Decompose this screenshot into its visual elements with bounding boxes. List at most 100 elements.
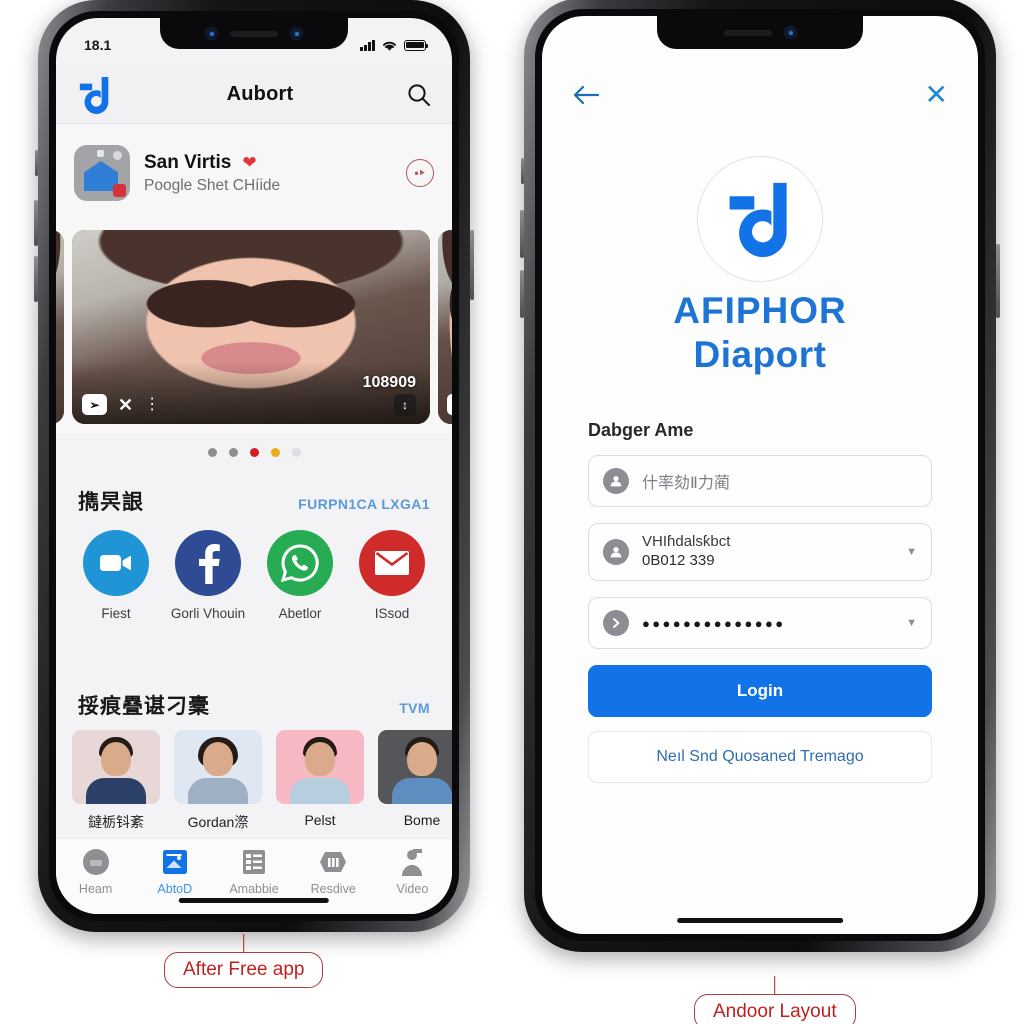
front-camera-icon (206, 28, 217, 39)
home-indicator[interactable] (677, 918, 843, 923)
notch (160, 18, 348, 49)
volume-down-button[interactable] (520, 270, 524, 318)
contacts-row: 鐽栃钭紊 Gordan漈 Pelst Bome (56, 730, 452, 832)
earpiece-speaker (724, 29, 772, 36)
photo-count-label: 108909 (362, 374, 416, 391)
carousel-card-previous[interactable] (56, 230, 64, 424)
next-card-controls: ✕ (447, 394, 452, 415)
page-dot[interactable] (207, 448, 217, 457)
username-placeholder: 什率劾Ⅱ力蔺 (642, 475, 730, 492)
home-circle-icon (81, 847, 111, 877)
chevron-down-icon[interactable]: ▼ (906, 617, 917, 629)
account-select-field[interactable]: VHIɦdalsƙbct 0B012 339 ▼ (588, 523, 932, 581)
page-dot[interactable] (291, 448, 301, 457)
brand-logo-block (542, 156, 978, 282)
page-dot[interactable] (228, 448, 238, 457)
house-thumbnail-icon (74, 145, 130, 201)
page-title: Aubort (226, 83, 294, 105)
contact-name: 鐽栃钭紊 (88, 814, 144, 830)
tab-amabbie[interactable]: Amabbie (214, 847, 293, 896)
brand-line-1: AFIPHOR (673, 290, 847, 331)
app-label: Abetlor (278, 606, 322, 621)
tab-heam[interactable]: Heam (56, 847, 135, 896)
photo-carousel[interactable]: 108909 ➢ ✕ ⋮ ↕ ✕ (56, 222, 452, 434)
home-indicator[interactable] (178, 898, 330, 903)
callout-right: Andoor Layout (694, 976, 856, 1024)
page-dot-active[interactable] (249, 448, 259, 457)
brand-title-block: AFIPHOR Diaport (542, 290, 978, 376)
carousel-card-next[interactable]: ✕ (438, 230, 452, 424)
list-item-title: San Virtis (144, 151, 232, 173)
contact-card[interactable]: 鐽栃钭紊 (72, 730, 160, 832)
close-small-icon[interactable]: ✕ (447, 394, 452, 415)
callout-right-label: Andoor Layout (694, 994, 856, 1024)
left-phone-device: 18.1 Aubort San Virtis ❤ Poogle Shet CHí… (34, 0, 474, 932)
volume-up-button[interactable] (34, 200, 38, 246)
tab-resdive[interactable]: Resdive (294, 847, 373, 896)
mute-switch[interactable] (521, 158, 524, 184)
password-field[interactable]: ●●●●●●●●●●●●●● ▼ (588, 597, 932, 649)
alt-action-button[interactable]: Neıl Snd Quosaned Tremago (588, 731, 932, 783)
heart-icon[interactable]: ❤ (242, 154, 256, 171)
contact-card[interactable]: Gordan漈 (174, 730, 262, 832)
app-label: ISsod (374, 606, 410, 621)
chevron-down-icon[interactable]: ▼ (906, 546, 917, 558)
apps-grid: Fiest Gorli Vhouin Abetlor ISsod (56, 530, 452, 621)
app-item-facebook[interactable]: Gorli Vhouin (166, 530, 250, 621)
page-dot[interactable] (270, 448, 280, 457)
contacts-section-link[interactable]: TVM (399, 700, 430, 716)
avatar (378, 730, 452, 804)
tab-abtod[interactable]: AbtoD (135, 847, 214, 896)
contact-card[interactable]: Pelst (276, 730, 364, 832)
user-avatar-icon (603, 539, 629, 565)
more-circle-icon[interactable]: •‣ (406, 159, 434, 187)
tab-video[interactable]: Video (373, 847, 452, 896)
mute-switch[interactable] (35, 150, 38, 176)
list-item[interactable]: San Virtis ❤ Poogle Shet CHíide •‣ (56, 124, 452, 222)
video-person-icon (397, 847, 427, 877)
pin-button-icon[interactable]: ➢ (82, 394, 107, 415)
account-value-line-2: 0B012 339 (642, 552, 715, 569)
apps-section-header: 擕昗詪 FURPN1CA LXGA1 (56, 486, 452, 516)
app-item-fiest[interactable]: Fiest (74, 530, 158, 621)
list-grid-icon (239, 847, 269, 877)
callout-leader-line (774, 976, 776, 994)
expand-icon[interactable]: ↕ (394, 394, 416, 416)
account-value-line-1: VHIɦdalsƙbct (642, 533, 731, 551)
app-item-whatsapp[interactable]: Abetlor (258, 530, 342, 621)
status-time: 18.1 (84, 37, 112, 53)
photo-overlay-controls: ➢ ✕ ⋮ (82, 394, 160, 415)
power-button[interactable] (996, 244, 1000, 318)
front-camera-icon (785, 27, 796, 38)
battery-icon (404, 39, 429, 51)
form-label: Dabger Ame (588, 420, 694, 440)
volume-up-button[interactable] (520, 210, 524, 258)
logo-circle (697, 156, 823, 282)
left-phone-bezel: 18.1 Aubort San Virtis ❤ Poogle Shet CHí… (49, 11, 459, 921)
power-button[interactable] (470, 230, 474, 300)
close-x-icon[interactable]: ✕ (925, 81, 948, 109)
login-form: Dabger Ame 什率劾Ⅱ力蔺 VHIɦdalsƙbct 0B012 339… (588, 420, 932, 783)
password-value: ●●●●●●●●●●●●●● (642, 615, 786, 631)
login-button[interactable]: Login (588, 665, 932, 717)
apps-section-link[interactable]: FURPN1CA LXGA1 (298, 496, 430, 512)
cellular-bars-icon (360, 39, 375, 51)
carousel-page-indicator[interactable] (56, 448, 452, 457)
kebab-menu-icon[interactable]: ⋮ (144, 397, 160, 412)
notch (657, 16, 863, 49)
chart-card-icon (160, 847, 190, 877)
shuffle-icon[interactable]: ✕ (118, 396, 133, 414)
carousel-card-active[interactable]: 108909 ➢ ✕ ⋮ ↕ (72, 230, 430, 424)
brand-d-logo-icon[interactable] (76, 75, 114, 115)
screenshot-canvas: 18.1 Aubort San Virtis ❤ Poogle Shet CHí… (0, 0, 1024, 1024)
app-label: Gorli Vhouin (170, 606, 246, 621)
contact-card[interactable]: Bome (378, 730, 452, 832)
wifi-icon (382, 41, 397, 51)
search-icon[interactable] (406, 82, 432, 108)
avatar (276, 730, 364, 804)
back-arrow-icon[interactable] (572, 83, 600, 107)
username-field[interactable]: 什率劾Ⅱ力蔺 (588, 455, 932, 507)
volume-down-button[interactable] (34, 256, 38, 302)
face-id-sensor-icon (291, 28, 302, 39)
app-item-mail[interactable]: ISsod (350, 530, 434, 621)
